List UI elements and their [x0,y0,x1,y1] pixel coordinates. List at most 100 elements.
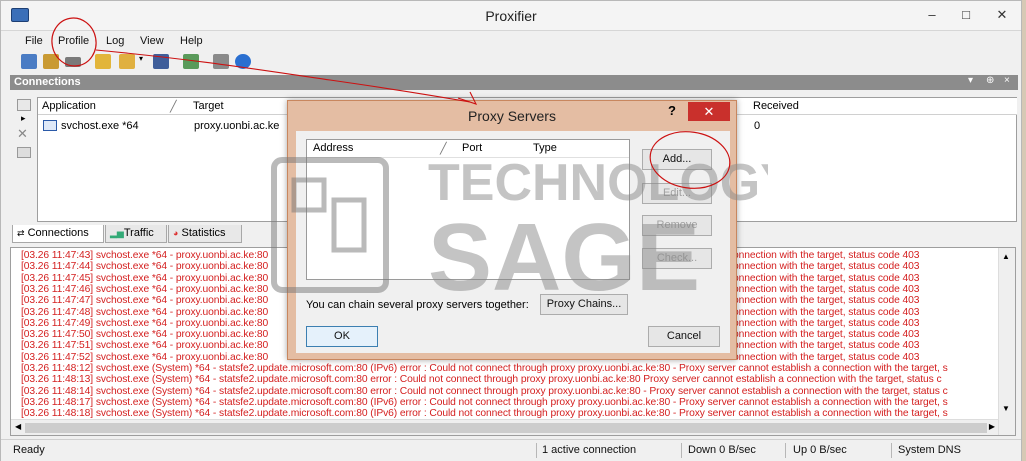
save-profile-icon[interactable] [65,57,81,67]
proxy-server-list[interactable]: Address ╱ Port Type [306,139,630,280]
log-vertical-scrollbar[interactable]: ▲ ▼ [998,248,1015,435]
menu-log[interactable]: Log [106,35,124,47]
help-icon[interactable] [235,54,251,69]
minimize-button[interactable]: – [917,1,947,29]
ok-button[interactable]: OK [306,326,378,347]
sort-indicator: ╱ [440,143,447,155]
col-port[interactable]: Port [462,142,482,154]
dialog-help-button[interactable]: ? [668,103,676,118]
log-line-tail: onnection with the target, status code 4… [733,261,920,273]
new-profile-icon[interactable] [21,54,37,69]
col-address[interactable]: Address [313,142,353,154]
log-line: [03.26 11:47:51] svchost.exe *64 - proxy… [21,340,269,352]
status-separator [891,443,892,458]
menu-view[interactable]: View [140,35,164,47]
col-received[interactable]: Received [749,98,1017,115]
log-line: [03.26 11:47:43] svchost.exe *64 - proxy… [21,250,269,261]
connections-tab-icon: ⇄ [17,228,25,238]
printer-icon[interactable] [213,54,229,69]
log-line-tail: onnection with the target, status code 4… [733,272,920,284]
window-title: Proxifier [485,8,537,24]
check-proxy-button[interactable]: Check... [642,248,712,269]
row-application: svchost.exe *64 [61,120,139,132]
scroll-up-icon[interactable]: ▲ [1002,252,1010,261]
col-application[interactable]: Application ╱ [38,98,189,115]
log-line-tail: onnection with the target, status code 4… [733,329,920,341]
status-separator [681,443,682,458]
log-line-tail: onnection with the target, status code 4… [733,317,920,329]
tab-statistics[interactable]: ◕ Statistics [168,225,242,243]
menu-profile[interactable]: Profile [58,35,89,47]
log-line: [03.26 11:47:46] svchost.exe *64 - proxy… [21,283,269,295]
maximize-button[interactable]: □ [951,1,981,29]
statistics-tab-icon: ◕ [173,228,179,238]
traffic-tab-icon: ▂▅ [110,228,124,238]
log-line-tail: onnection with the target, status code 4… [733,306,920,318]
menu-help[interactable]: Help [180,35,203,47]
row-marker-icon: ▸ [21,113,26,123]
panel-pin-icon[interactable]: ⊕ [986,75,994,86]
chain-hint-text: You can chain several proxy servers toge… [306,299,529,311]
status-ready: Ready [13,444,45,456]
log-horizontal-scrollbar[interactable]: ◀ ▶ [11,419,998,435]
log-line: [03.26 11:47:52] svchost.exe *64 - proxy… [21,351,269,363]
dropdown-arrow-icon[interactable]: ▾ [139,54,147,69]
window-app-icon [43,120,57,131]
cancel-button[interactable]: Cancel [648,326,720,347]
log-line: [03.26 11:47:44] svchost.exe *64 - proxy… [21,261,269,273]
dialog-close-button[interactable]: ✕ [688,102,730,121]
remove-proxy-button[interactable]: Remove [642,215,712,236]
tab-connections[interactable]: ⇄ Connections [12,225,104,243]
log-line: [03.26 11:47:48] svchost.exe *64 - proxy… [21,306,269,318]
status-dns: System DNS [898,444,961,456]
floppy-icon[interactable] [153,54,169,69]
log-line: [03.26 11:48:18] svchost.exe (System) *6… [21,408,948,420]
copy-icon[interactable] [183,54,199,69]
log-line: [03.26 11:47:47] svchost.exe *64 - proxy… [21,295,269,307]
open-folder-icon[interactable] [119,54,135,69]
open-profile-icon[interactable] [43,54,59,69]
connection-side-tools: ▸ ✕ [13,93,37,221]
connections-panel-header: Connections ▾ ⊕ × [10,75,1018,90]
title-bar: Proxifier – □ ✕ [1,1,1021,31]
tab-traffic[interactable]: ▂▅Traffic [105,225,167,243]
log-line: [03.26 11:47:45] svchost.exe *64 - proxy… [21,272,269,284]
close-window-button[interactable]: ✕ [987,1,1017,29]
kill-connection-icon[interactable]: ✕ [17,126,28,142]
add-rule-icon[interactable] [95,54,111,69]
details-icon[interactable] [17,99,31,111]
log-line-tail: onnection with the target, status code 4… [733,283,920,295]
scroll-right-icon[interactable]: ▶ [989,422,995,431]
add-proxy-button[interactable]: Add... [642,149,712,170]
log-line-tail: onnection with the target, status code 4… [733,340,920,352]
scroll-thumb[interactable] [25,423,987,433]
log-line: [03.26 11:48:17] svchost.exe (System) *6… [21,396,948,408]
status-upload: Up 0 B/sec [793,444,847,456]
log-line: [03.26 11:47:49] svchost.exe *64 - proxy… [21,317,269,329]
status-separator [785,443,786,458]
menu-file[interactable]: File [25,35,43,47]
edit-proxy-button[interactable]: Edit... [642,183,712,204]
panel-dropdown-icon[interactable]: ▾ [968,75,973,86]
status-bar: Ready 1 active connection Down 0 B/sec U… [1,439,1021,461]
scroll-down-icon[interactable]: ▼ [1002,404,1010,413]
row-target: proxy.uonbi.ac.ke [194,120,280,132]
col-type[interactable]: Type [533,142,557,154]
scroll-left-icon[interactable]: ◀ [15,422,21,431]
proxy-servers-dialog: Proxy Servers ? ✕ Address ╱ Port Type Ad… [287,100,737,360]
row-received: 0 [754,120,761,132]
log-line: [03.26 11:48:12] svchost.exe (System) *6… [21,363,948,374]
status-active-connections: 1 active connection [542,444,637,456]
dialog-body: Address ╱ Port Type Add... Edit... Remov… [296,131,730,353]
log-line-tail: onnection with the target, status code 4… [733,351,920,363]
panel-close-icon[interactable]: × [1004,75,1010,86]
log-line-tail: onnection with the target, status code 4… [733,250,920,261]
proxy-chains-button[interactable]: Proxy Chains... [540,294,628,315]
status-separator [536,443,537,458]
connections-panel-title: Connections [14,76,81,88]
log-line: [03.26 11:48:13] svchost.exe (System) *6… [21,374,942,386]
status-download: Down 0 B/sec [688,444,756,456]
monitor-icon[interactable] [17,147,31,158]
log-line: [03.26 11:48:14] svchost.exe (System) *6… [21,385,948,397]
log-line-tail: onnection with the target, status code 4… [733,295,920,307]
